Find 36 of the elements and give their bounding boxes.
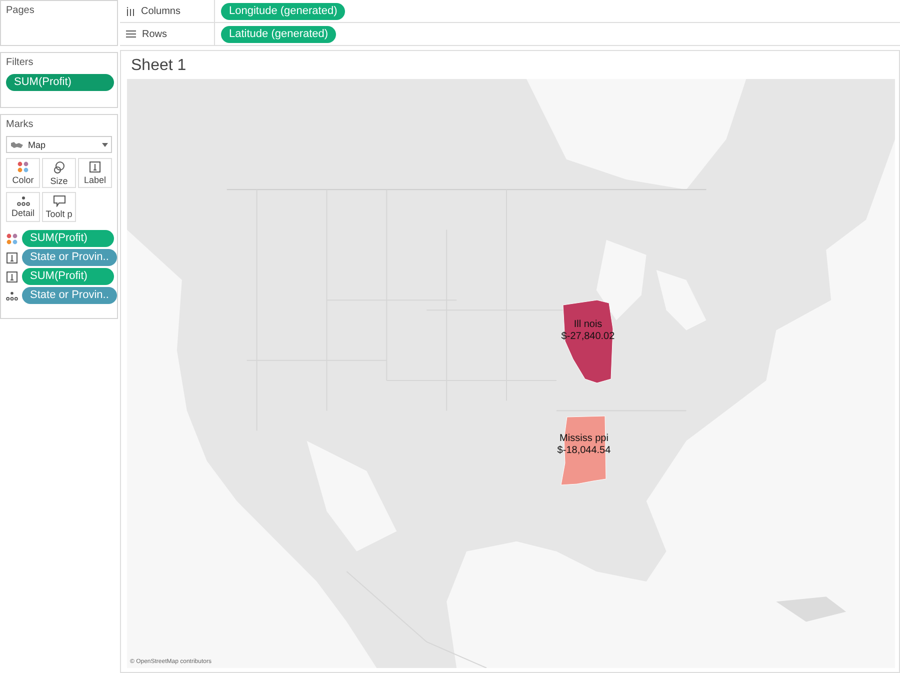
state-shape[interactable] xyxy=(562,300,614,384)
field-pill[interactable]: SUM(Profit) xyxy=(6,74,114,91)
map-icon xyxy=(10,140,24,148)
circles-icon xyxy=(52,160,66,174)
detail-button[interactable]: Detail xyxy=(6,192,40,222)
mark-type-dropdown[interactable]: Map xyxy=(6,136,112,153)
field-pill[interactable]: State or Provin.. xyxy=(22,249,117,266)
color-dots-icon xyxy=(17,161,29,173)
size-button[interactable]: Size xyxy=(42,158,76,188)
field-pill[interactable]: SUM(Profit) xyxy=(22,230,114,247)
shelf-label: Columns xyxy=(141,6,180,16)
color-dots-icon xyxy=(6,232,18,244)
speech-bubble-icon xyxy=(52,195,66,207)
field-pill[interactable]: State or Provin.. xyxy=(22,287,117,304)
text-label-icon xyxy=(6,270,18,282)
state-name: Mississ ppi xyxy=(558,433,610,445)
state-name: Ill nois xyxy=(572,319,604,331)
columns-icon xyxy=(126,6,135,16)
dots-icon xyxy=(6,290,18,300)
panel-title: Marks xyxy=(6,119,34,130)
rows-icon xyxy=(126,30,136,38)
field-pill[interactable]: Latitude (generated) xyxy=(221,26,336,42)
color-button[interactable]: Color xyxy=(6,158,40,188)
tooltip-button[interactable]: Toolt p xyxy=(42,192,76,222)
label-button[interactable]: Label xyxy=(78,158,112,188)
panel-title: Filters xyxy=(6,57,34,68)
caret-icon xyxy=(102,142,108,146)
dots-icon xyxy=(16,196,30,206)
text-label-icon xyxy=(89,161,101,173)
sheet-title: Sheet 1 xyxy=(131,57,188,75)
text-label-icon xyxy=(6,252,18,264)
field-pill[interactable]: Longitude (generated) xyxy=(221,2,346,20)
panel-title: Pages xyxy=(6,5,36,16)
profit-value: $-18,044.54 xyxy=(557,445,611,457)
shelf-label: Rows xyxy=(142,28,168,40)
field-pill[interactable]: SUM(Profit) xyxy=(22,268,114,285)
